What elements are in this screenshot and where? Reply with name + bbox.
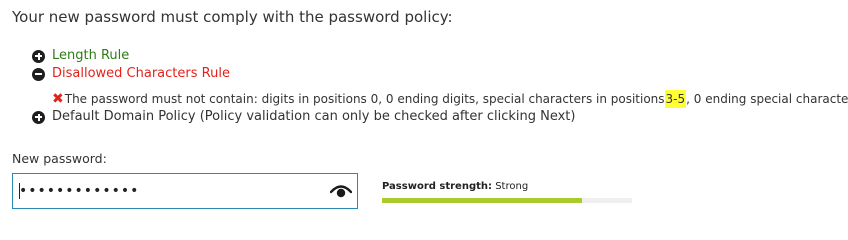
- x-mark-icon: ✖: [52, 91, 64, 107]
- new-password-label: New password:: [12, 151, 107, 166]
- policy-rules-default: Default Domain Policy (Policy validation…: [32, 108, 575, 126]
- strength-value: Strong: [495, 181, 529, 192]
- plus-circle-icon[interactable]: [32, 49, 45, 63]
- rule-detail-highlight: 3-5: [664, 90, 687, 108]
- new-password-input[interactable]: [19, 179, 319, 203]
- text-caret: [19, 183, 20, 199]
- rule-default-domain-label: Default Domain Policy (Policy validation…: [52, 109, 576, 124]
- eye-icon[interactable]: [330, 184, 352, 198]
- policy-intro: Your new password must comply with the p…: [12, 8, 453, 26]
- rule-disallowed-detail: ✖ The password must not contain: digits i…: [52, 90, 848, 108]
- rule-detail-suffix: , 0 ending special characters.: [686, 92, 848, 106]
- strength-label: Password strength:: [382, 181, 493, 192]
- rule-disallowed-label: Disallowed Characters Rule: [52, 66, 230, 81]
- rule-detail-prefix: The password must not contain: digits in…: [64, 92, 665, 106]
- plus-circle-icon[interactable]: [32, 110, 45, 124]
- strength-meter-fill: [382, 198, 582, 203]
- rule-length-label: Length Rule: [52, 48, 130, 63]
- minus-circle-icon[interactable]: [32, 67, 45, 81]
- new-password-field[interactable]: [12, 173, 358, 209]
- rule-disallowed-characters[interactable]: Disallowed Characters Rule: [32, 65, 230, 83]
- rule-default-domain[interactable]: Default Domain Policy (Policy validation…: [32, 108, 575, 126]
- password-strength: Password strength: Strong: [382, 181, 528, 192]
- policy-rules: Length Rule Disallowed Characters Rule: [32, 47, 230, 83]
- strength-meter: [382, 198, 632, 203]
- rule-length[interactable]: Length Rule: [32, 47, 230, 65]
